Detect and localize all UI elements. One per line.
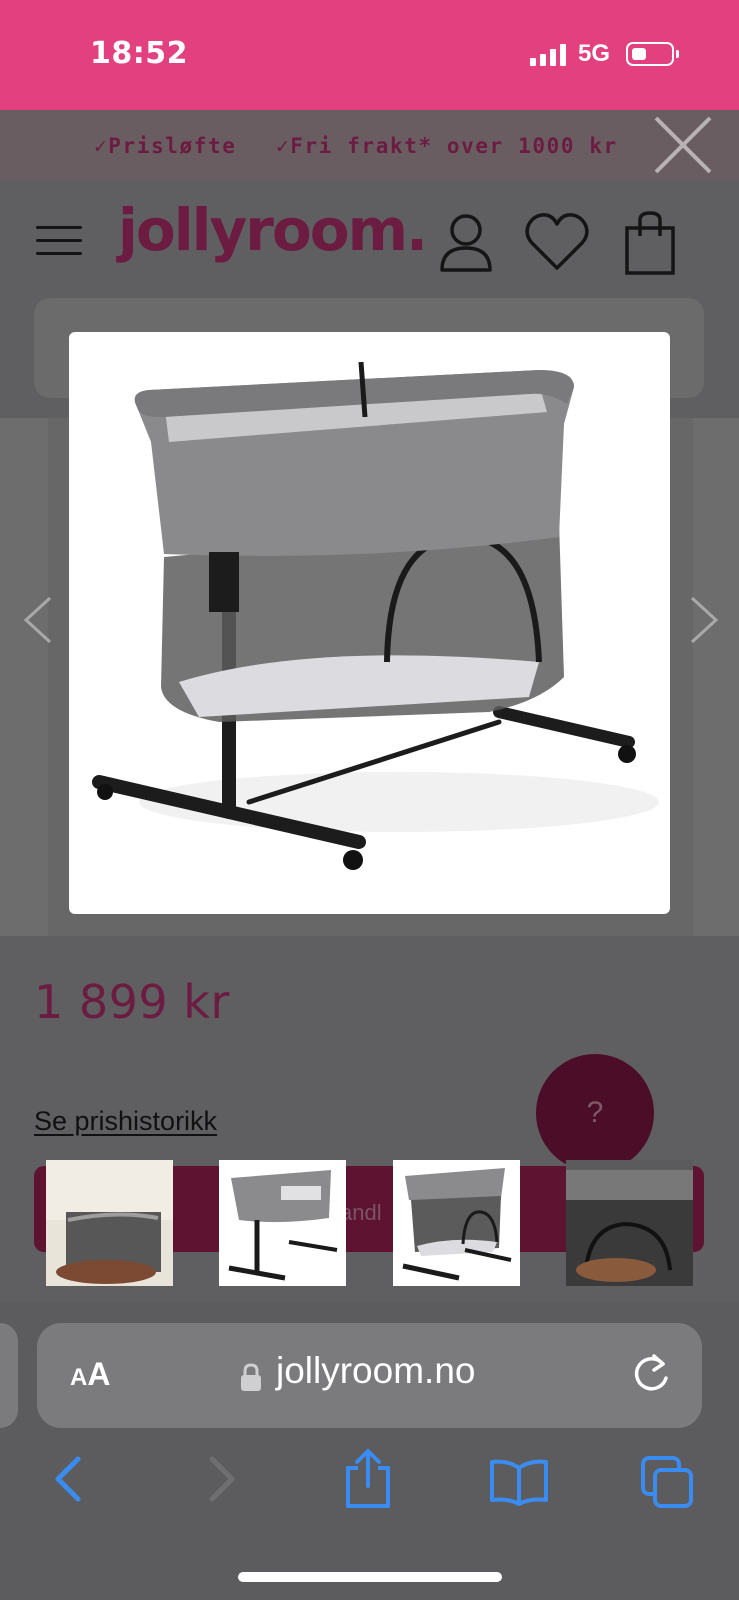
gallery-next-arrow[interactable] [686, 594, 722, 646]
thumbnail-2-image [228, 1170, 338, 1281]
gallery-prev-strip [0, 418, 48, 936]
thumbnail-1-image [46, 1160, 173, 1284]
gallery-next-strip [693, 418, 739, 936]
battery-icon [626, 42, 674, 66]
bookmarks-icon[interactable] [488, 1458, 550, 1506]
thumbnail[interactable] [219, 1160, 346, 1286]
add-to-cart-label: andl [340, 1200, 382, 1225]
promo-free-shipping: ✓Fri frakt* over 1000 kr [276, 134, 618, 158]
site-logo[interactable]: jollyroom. [118, 196, 428, 264]
account-icon[interactable] [438, 212, 494, 272]
product-image[interactable] [69, 332, 670, 914]
help-button[interactable]: ? [536, 1054, 654, 1172]
signal-icon [530, 44, 566, 66]
back-icon[interactable] [50, 1455, 84, 1503]
thumbnail[interactable] [393, 1160, 520, 1286]
product-price: 1 899 kr [34, 975, 230, 1029]
status-time: 18:52 [90, 36, 188, 71]
gallery-prev-arrow[interactable] [20, 594, 56, 646]
share-icon[interactable] [344, 1448, 392, 1510]
thumbnail[interactable] [566, 1160, 693, 1286]
thumbnail-3-image [402, 1168, 512, 1281]
price-history-link[interactable]: Se prishistorikk [34, 1106, 217, 1137]
url-text[interactable]: jollyroom.no [276, 1350, 475, 1392]
previous-tab-pill[interactable] [0, 1323, 18, 1428]
lock-icon [241, 1363, 261, 1391]
battery-cap [676, 50, 679, 58]
reload-icon[interactable] [630, 1352, 672, 1396]
reader-settings-button[interactable]: AA [70, 1356, 110, 1393]
cart-bag-icon[interactable] [624, 210, 676, 276]
bedside-crib-image [92, 361, 659, 870]
forward-icon[interactable] [206, 1455, 240, 1503]
promo-price-promise: ✓Prisløfte [94, 134, 237, 158]
aa-small: A [70, 1364, 88, 1391]
tabs-icon[interactable] [640, 1455, 696, 1511]
thumbnail[interactable] [46, 1160, 173, 1286]
heart-icon[interactable] [524, 212, 590, 272]
close-icon[interactable] [650, 112, 716, 178]
home-indicator [238, 1572, 502, 1582]
network-type: 5G [578, 40, 611, 67]
menu-icon[interactable] [36, 226, 82, 256]
aa-big: A [87, 1356, 111, 1392]
thumbnail-4-image [566, 1160, 693, 1282]
